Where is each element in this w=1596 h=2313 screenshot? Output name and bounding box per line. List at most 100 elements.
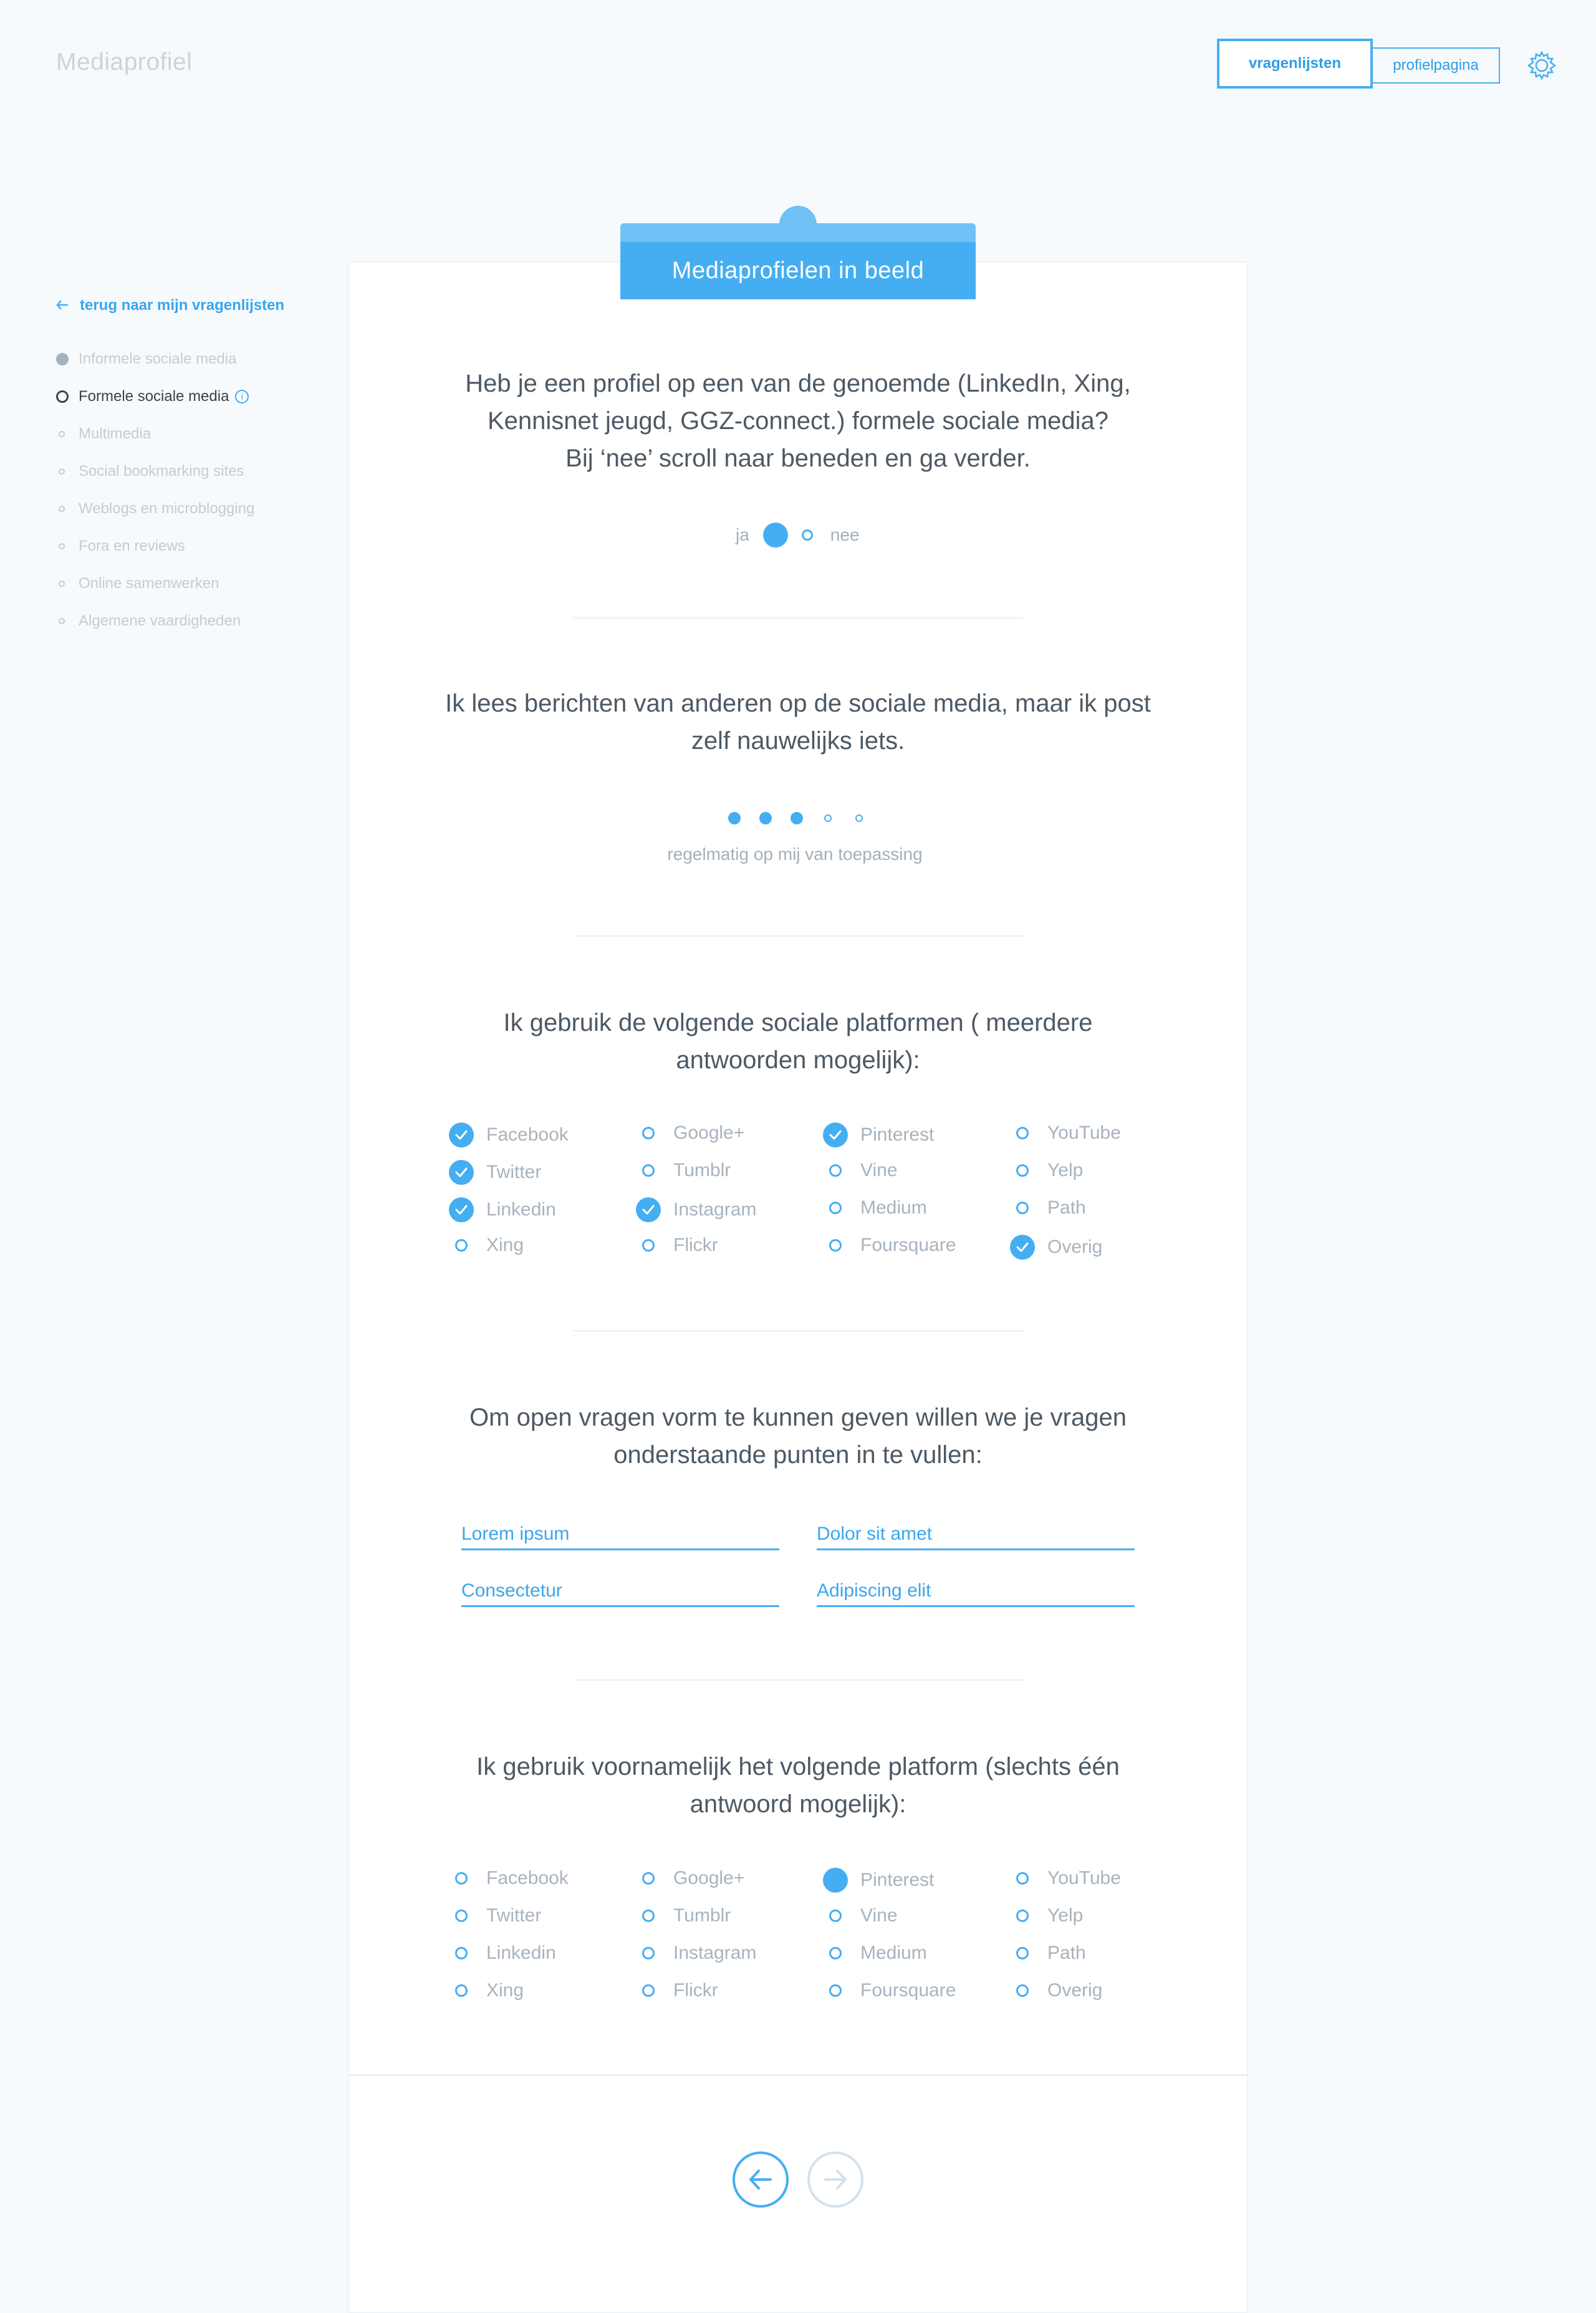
yes-radio-selected[interactable] [762,523,788,548]
checkbox-option[interactable]: YouTube [1010,1123,1121,1144]
sidebar-item[interactable]: Algemene vaardigheden [56,612,241,630]
radio-option[interactable]: Pinterest [823,1868,934,1893]
sidebar-item-label: Social bookmarking sites [79,463,244,480]
sidebar-item[interactable]: Multimedia [56,425,151,443]
checkbox-option[interactable]: Overig [1010,1235,1102,1260]
checkbox-indicator [1010,1127,1047,1139]
radio-indicator [449,1984,486,1997]
radio-indicator [823,1868,860,1893]
sidebar-item[interactable]: Online samenwerken [56,575,219,592]
checkbox-option[interactable]: Foursquare [823,1235,956,1256]
option-label: Google+ [673,1123,745,1143]
radio-option[interactable]: Tumblr [636,1905,731,1926]
radio-option[interactable]: Linkedin [449,1943,556,1964]
yes-label[interactable]: ja [736,525,749,545]
scale-dot-empty[interactable] [855,814,863,822]
radio-option[interactable]: Yelp [1010,1905,1083,1926]
checkbox-option[interactable]: Pinterest [823,1123,934,1147]
radio-option[interactable]: YouTube [1010,1868,1121,1889]
scale-dot-filled[interactable] [728,812,741,824]
checkbox-option[interactable]: Tumblr [636,1160,731,1181]
radio-option[interactable]: Medium [823,1943,927,1964]
sidebar-item[interactable]: Informele sociale media [56,350,236,368]
scale-dot-filled[interactable] [759,812,772,824]
questionnaire-card [348,261,1248,2313]
radio-indicator [449,1910,486,1922]
checkbox-option[interactable]: Medium [823,1197,927,1219]
radio-indicator [1010,1984,1047,1997]
sidebar-item-marker [56,581,79,587]
sidebar-item[interactable]: Social bookmarking sites [56,463,244,480]
scale-dot-filled[interactable] [791,812,803,824]
option-label: Flickr [673,1235,718,1255]
card-footer-divider [348,2074,1248,2076]
radio-option[interactable]: Instagram [636,1943,756,1964]
arrow-left-icon [56,297,69,314]
sidebar-item-marker [56,353,79,365]
checkbox-option[interactable]: Path [1010,1197,1086,1219]
checkmark-icon [449,1123,474,1147]
pending-dot-icon [59,468,65,475]
unchecked-circle-icon [1016,1164,1029,1177]
checkbox-option[interactable]: Facebook [449,1123,569,1147]
checkbox-option[interactable]: Xing [449,1235,524,1256]
settings-gear-icon[interactable] [1526,50,1557,81]
radio-option[interactable]: Foursquare [823,1980,956,2001]
back-to-questionnaires-link[interactable]: terug naar mijn vragenlijsten [56,297,284,314]
sidebar-item[interactable]: Fora en reviews [56,538,185,555]
option-label: Linkedin [486,1943,556,1963]
checkbox-option[interactable]: Google+ [636,1123,744,1144]
checkbox-option[interactable]: Vine [823,1160,898,1181]
radio-option[interactable]: Path [1010,1943,1086,1964]
nav-vragenlijsten-button[interactable]: vragenlijsten [1217,39,1373,89]
text-field-4[interactable]: Adipiscing elit [817,1576,1135,1607]
sidebar-item[interactable]: Formele sociale media i [56,388,249,405]
arrow-right-icon [824,2170,847,2190]
radio-option[interactable]: Google+ [636,1868,744,1889]
text-field-3[interactable]: Consectetur [461,1576,779,1607]
radio-option[interactable]: Overig [1010,1980,1102,2001]
text-field-2[interactable]: Dolor sit amet [817,1519,1135,1550]
radio-option[interactable]: Xing [449,1980,524,2001]
sidebar-item-label: Online samenwerken [79,575,219,592]
sidebar-item-marker [56,618,79,624]
checkbox-indicator [449,1160,486,1185]
question-1: Heb je een profiel op een van de genoemd… [411,365,1185,477]
checkbox-option[interactable]: Twitter [449,1160,541,1185]
radio-empty-icon [455,1947,468,1959]
unchecked-circle-icon [829,1164,842,1177]
radio-option[interactable]: Twitter [449,1905,541,1926]
info-icon[interactable]: i [235,390,249,403]
option-label: Foursquare [860,1980,956,2001]
checkbox-option[interactable]: Flickr [636,1235,718,1256]
sidebar-item-label: Algemene vaardigheden [79,612,241,629]
checkbox-indicator [636,1239,673,1252]
option-label: Instagram [673,1199,757,1220]
radio-empty-icon [642,1872,655,1885]
checkbox-option[interactable]: Yelp [1010,1160,1083,1181]
next-button[interactable] [807,2151,863,2208]
radio-option[interactable]: Flickr [636,1980,718,2001]
checkbox-option[interactable]: Instagram [636,1197,756,1222]
checkbox-option[interactable]: Linkedin [449,1197,556,1222]
radio-option[interactable]: Facebook [449,1868,569,1889]
previous-button[interactable] [733,2151,789,2208]
question-2-line: Ik lees berichten van anderen op de soci… [445,690,1151,717]
sidebar-item[interactable]: Weblogs en microblogging [56,500,254,518]
option-label: Facebook [486,1868,569,1888]
scale-dot-empty[interactable] [824,814,832,822]
no-label[interactable]: nee [830,525,860,545]
text-field-1[interactable]: Lorem ipsum [461,1519,779,1550]
option-label: Overig [1047,1980,1103,2001]
radio-option[interactable]: Vine [823,1905,898,1926]
radio-empty-icon [642,1984,655,1997]
option-label: Pinterest [860,1124,935,1145]
sidebar-item-label: Weblogs en microblogging [79,500,255,517]
checkbox-indicator [823,1123,860,1147]
unchecked-circle-icon [1016,1202,1029,1214]
radio-empty-icon [642,1910,655,1922]
unchecked-circle-icon [455,1239,468,1252]
no-radio[interactable] [801,529,813,541]
nav-profielpagina-button[interactable]: profielpagina [1372,47,1500,84]
current-section-icon [56,390,69,403]
